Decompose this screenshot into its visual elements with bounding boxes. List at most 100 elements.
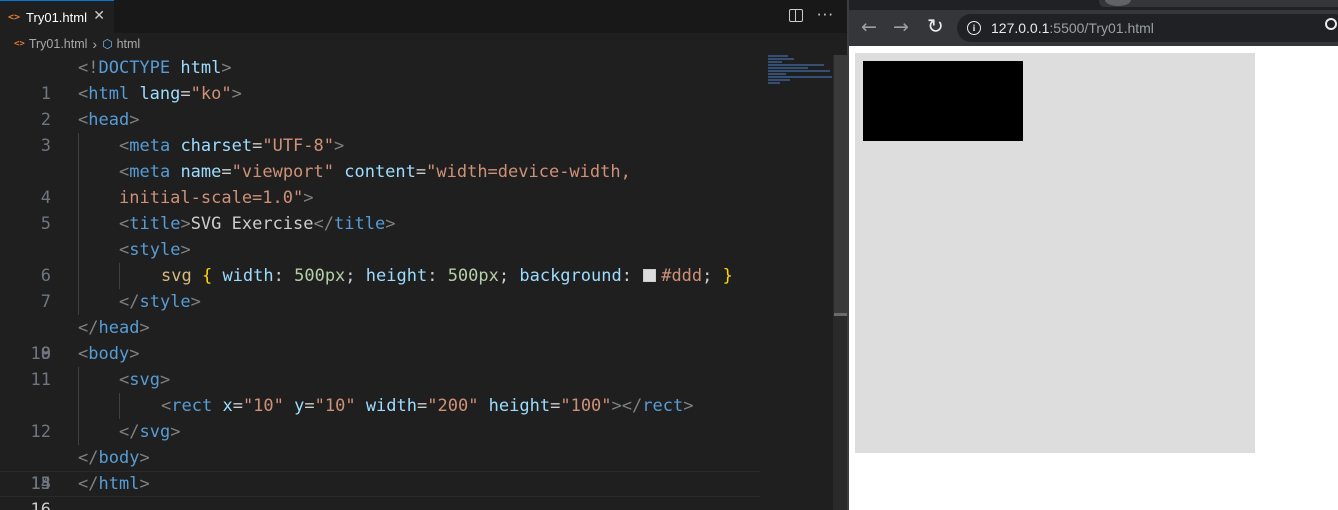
token: </: [313, 214, 334, 234]
tab-try01-html[interactable]: <> Try01.html ✕: [0, 0, 114, 33]
more-actions-icon[interactable]: ···: [817, 6, 834, 24]
code-line: 9 </style>: [0, 289, 760, 364]
html-file-icon: <>: [14, 39, 25, 49]
token: :: [621, 266, 643, 286]
code-line: 2 <html lang="ko">: [0, 81, 760, 130]
token: SVG Exercise: [190, 214, 314, 234]
code-area[interactable]: 1 <!DOCTYPE html> 2 <html lang="ko"> 3 <…: [0, 55, 760, 510]
minimap-line: [768, 76, 832, 78]
breadcrumb-file[interactable]: Try01.html: [29, 37, 88, 51]
url-host: 127.0.0.1: [991, 20, 1050, 36]
code-line: 7 <style>: [0, 237, 760, 312]
token: name: [170, 162, 222, 182]
token: head: [98, 318, 140, 338]
split-editor-icon[interactable]: [788, 9, 803, 22]
token: </: [78, 318, 99, 338]
back-arrow-icon[interactable]: ←: [861, 17, 877, 37]
token: =: [304, 396, 315, 416]
token: body: [98, 448, 140, 468]
line-content: </head>: [78, 315, 150, 341]
color-swatch[interactable]: [643, 269, 657, 282]
line-content: svg { width: 500px; height: 500px; backg…: [161, 263, 733, 289]
token: =: [232, 396, 243, 416]
scrollbar-cursor-marker: [834, 313, 847, 316]
token: lang: [129, 84, 181, 104]
token: =: [417, 396, 428, 416]
token: ;: [345, 266, 356, 286]
line-content: <rect x="10" y="10" width="200" height="…: [161, 393, 693, 419]
code-line: 14 </svg>: [0, 419, 760, 494]
line-content: </body>: [78, 445, 150, 471]
token: rect: [171, 396, 213, 416]
forward-arrow-icon[interactable]: →: [893, 17, 909, 37]
code-line: 5 <meta name="viewport" content="width=d…: [0, 159, 760, 234]
indent-guide: [78, 367, 79, 393]
code-line: 12 <svg>: [0, 367, 760, 442]
code-line: 15 </body>: [0, 445, 760, 494]
minimap[interactable]: [768, 55, 834, 91]
code-line: 3 <head>: [0, 107, 760, 156]
token: >: [334, 136, 345, 156]
token: <: [119, 214, 130, 234]
svg-canvas: [855, 53, 1255, 453]
indent-guide: [78, 185, 79, 211]
token: 500px: [294, 266, 346, 286]
token: <: [119, 240, 130, 260]
token: content: [334, 162, 416, 182]
code-line: 4 <meta charset="UTF-8">: [0, 133, 760, 208]
editor-tab-bar: <> Try01.html ✕ ···: [0, 0, 848, 33]
token: background: [509, 266, 622, 286]
line-content: <title>SVG Exercise</title>: [119, 211, 395, 237]
token: svg: [161, 266, 192, 286]
symbol-element-icon: ⬡: [102, 37, 113, 51]
token: "viewport": [231, 162, 334, 182]
token: </: [119, 292, 140, 312]
code-line-current: 16 </html>: [0, 471, 760, 510]
browser-tab-strip: [849, 0, 1338, 10]
close-icon[interactable]: ✕: [93, 8, 105, 24]
token: meta: [129, 162, 171, 182]
code-line: 1 <!DOCTYPE html>: [0, 55, 760, 104]
token: <: [78, 110, 89, 130]
token: <: [161, 396, 172, 416]
indent-guide: [78, 289, 79, 315]
line-content: </style>: [119, 289, 201, 315]
breadcrumb: <> Try01.html › ⬡ html: [14, 35, 140, 53]
browser-window: ← → ↻ i 127.0.0.1:5500/Try01.html: [849, 0, 1338, 510]
token: </: [78, 448, 99, 468]
line-content: <html lang="ko">: [78, 81, 242, 107]
reload-icon[interactable]: ↻: [927, 16, 944, 36]
indent-guide: [78, 133, 79, 159]
address-bar[interactable]: i 127.0.0.1:5500/Try01.html: [957, 14, 1338, 42]
minimap-line: [768, 70, 830, 72]
token: =: [180, 84, 191, 104]
token: height: [478, 396, 551, 416]
line-content: </html>: [78, 471, 150, 497]
token: <!: [78, 58, 99, 78]
token: title: [129, 214, 181, 234]
line-content: <head>: [78, 107, 139, 133]
line-content: <!DOCTYPE html>: [78, 55, 232, 81]
token: 500px: [447, 266, 499, 286]
indent-guide: [78, 211, 79, 237]
token: >: [139, 318, 150, 338]
token: html: [88, 84, 130, 104]
line-content: <body>: [78, 341, 139, 367]
token: initial-scale=1.0": [119, 188, 304, 208]
token: style: [139, 292, 191, 312]
token: </: [78, 474, 99, 494]
scrollbar-thumb[interactable]: [834, 55, 847, 315]
code-line: 10 </head>: [0, 315, 760, 364]
token: style: [129, 240, 181, 260]
info-icon[interactable]: i: [967, 21, 981, 35]
breadcrumb-symbol[interactable]: html: [117, 37, 141, 51]
line-content: <meta charset="UTF-8">: [119, 133, 344, 159]
browser-tab[interactable]: [1099, 0, 1338, 7]
line-content: <style>: [119, 237, 191, 263]
token: </: [119, 422, 140, 442]
token: >: [221, 58, 232, 78]
token: =: [415, 162, 427, 182]
token: >: [303, 188, 314, 208]
search-icon[interactable]: [1325, 18, 1337, 30]
minimap-line: [768, 64, 824, 66]
